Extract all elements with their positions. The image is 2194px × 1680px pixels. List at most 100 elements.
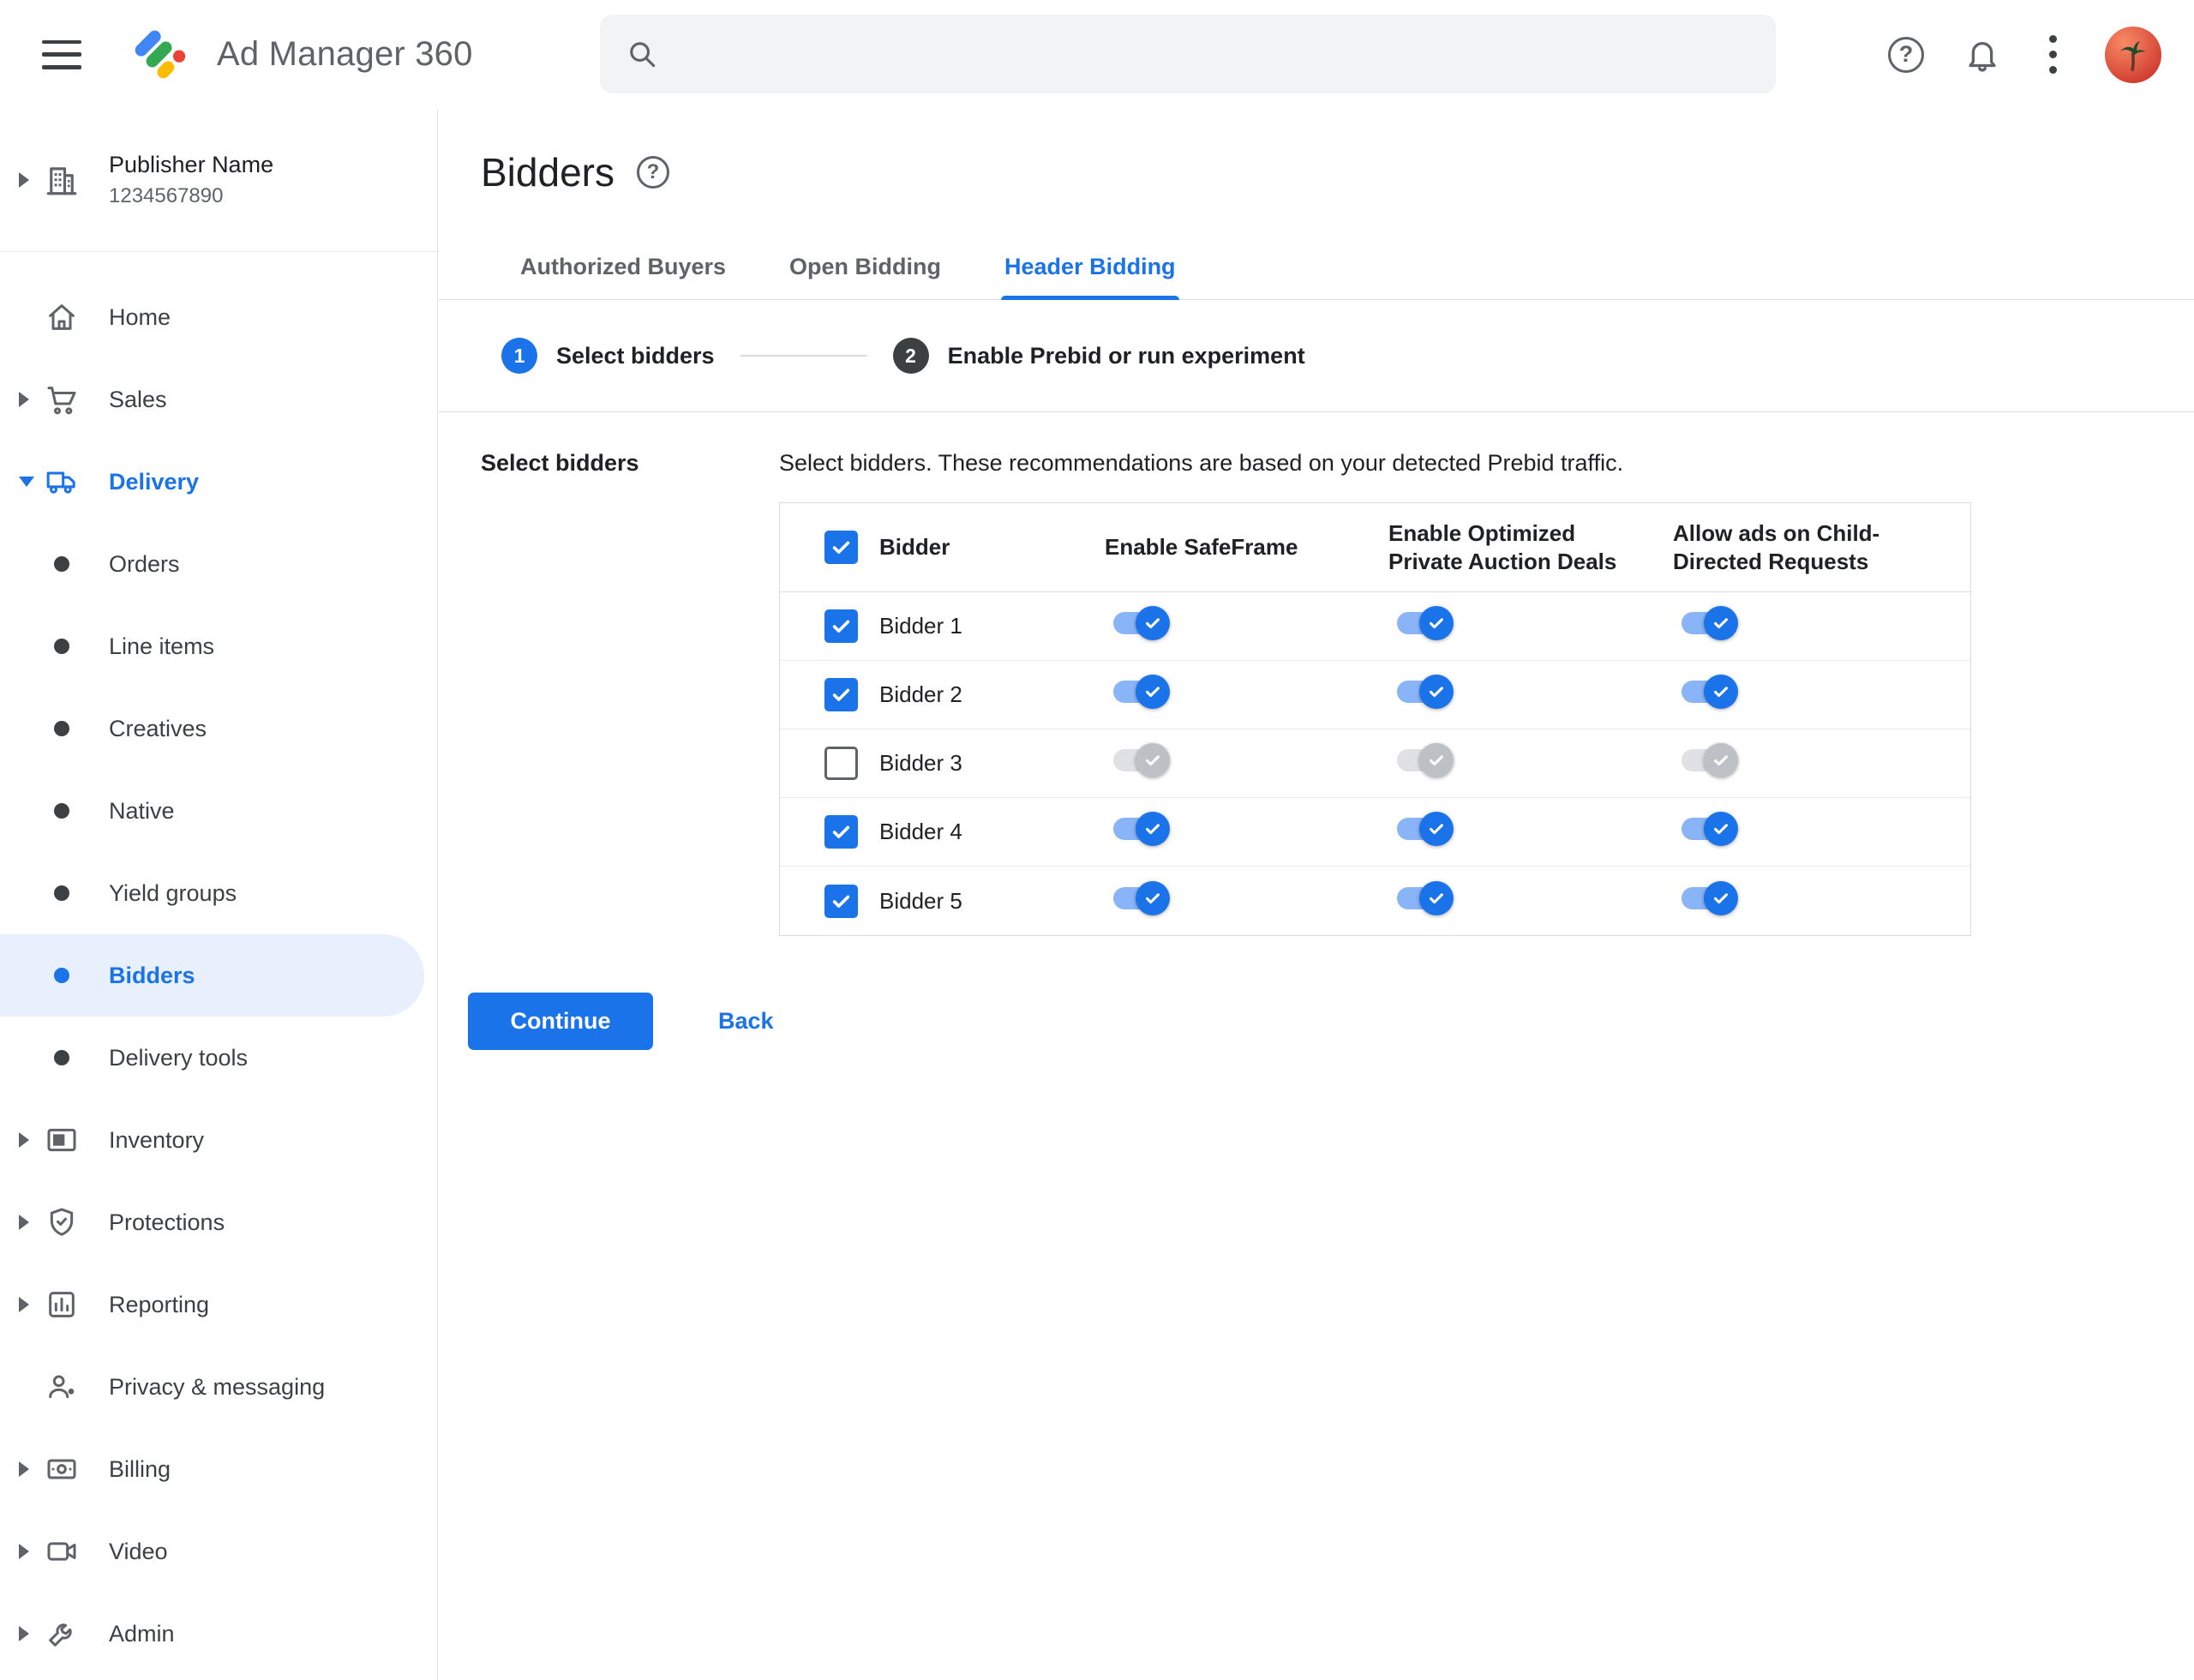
optimized-deals-toggle[interactable]: [1397, 675, 1454, 709]
optimized-deals-toggle[interactable]: [1397, 812, 1454, 846]
child-directed-toggle[interactable]: [1681, 880, 1738, 915]
safeframe-toggle[interactable]: [1113, 812, 1170, 846]
table-row: Bidder 5: [780, 867, 1970, 935]
row-select-checkbox[interactable]: [824, 747, 858, 780]
section-label: Select bidders: [481, 450, 639, 476]
search-icon: [630, 42, 656, 68]
safeframe-toggle[interactable]: [1113, 880, 1170, 915]
bullet-icon: [38, 639, 86, 654]
inventory-icon: [38, 1123, 86, 1157]
expand-arrow-icon: [0, 1626, 38, 1641]
back-button[interactable]: Back: [696, 996, 796, 1047]
report-icon: [38, 1287, 86, 1322]
bullet-icon: [38, 556, 86, 572]
sidebar-item-native[interactable]: Native: [0, 770, 438, 852]
table-row: Bidder 2: [780, 661, 1970, 729]
topbar-actions: ?: [1888, 0, 2161, 109]
sidebar-item-admin[interactable]: Admin: [0, 1593, 438, 1675]
admin-icon: [38, 1617, 86, 1651]
tab-bar: Authorized Buyers Open Bidding Header Bi…: [439, 235, 2194, 300]
sidebar-item-reporting[interactable]: Reporting: [0, 1263, 438, 1346]
publisher-switcher[interactable]: Publisher Name 1234567890: [0, 109, 437, 252]
table-row: Bidder 4: [780, 798, 1970, 867]
table-row: Bidder 1: [780, 592, 1970, 661]
bullet-icon: [38, 803, 86, 819]
bidder-name: Bidder 4: [879, 819, 962, 844]
help-icon[interactable]: ?: [1888, 36, 1924, 73]
section-description: Select bidders. These recommendations ar…: [779, 450, 1624, 476]
safeframe-toggle[interactable]: [1113, 606, 1170, 640]
sidebar-item-inventory[interactable]: Inventory: [0, 1099, 438, 1181]
search-bar[interactable]: [600, 15, 1776, 93]
row-select-checkbox[interactable]: [824, 884, 858, 918]
child-directed-toggle[interactable]: [1681, 743, 1738, 777]
row-select-checkbox[interactable]: [824, 815, 858, 849]
notifications-icon[interactable]: [1963, 36, 2001, 74]
table-header-row: Bidder Enable SafeFrame Enable Optimized…: [780, 503, 1970, 592]
tab-header-bidding[interactable]: Header Bidding: [1001, 235, 1179, 300]
bidder-name: Bidder 3: [879, 750, 962, 776]
safeframe-toggle[interactable]: [1113, 675, 1170, 709]
child-directed-toggle[interactable]: [1681, 675, 1738, 709]
person-icon: [38, 1370, 86, 1404]
row-select-checkbox[interactable]: [824, 678, 858, 711]
sidebar-item-billing[interactable]: Billing: [0, 1428, 438, 1510]
cart-icon: [38, 382, 86, 417]
bidder-name: Bidder 2: [879, 681, 962, 707]
sidebar-item-delivery[interactable]: Delivery: [0, 441, 438, 523]
ad-manager-app: Ad Manager 360 ? Publisher Name 12345678…: [0, 0, 2194, 1680]
optimized-deals-toggle[interactable]: [1397, 606, 1454, 640]
child-directed-toggle[interactable]: [1681, 812, 1738, 846]
child-directed-toggle[interactable]: [1681, 606, 1738, 640]
expand-arrow-icon: [0, 1132, 38, 1148]
bidders-table: Bidder Enable SafeFrame Enable Optimized…: [779, 502, 1971, 936]
column-header-child-directed: Allow ads on Child-Directed Requests: [1673, 519, 1880, 574]
tab-open-bidding[interactable]: Open Bidding: [786, 235, 944, 299]
safeframe-toggle[interactable]: [1113, 743, 1170, 777]
expand-arrow-icon: [0, 172, 38, 188]
sidebar-item-bidders[interactable]: Bidders: [0, 934, 424, 1017]
sidebar-item-home[interactable]: Home: [0, 276, 438, 358]
video-icon: [38, 1534, 86, 1569]
sidebar-item-creatives[interactable]: Creatives: [0, 687, 438, 770]
bullet-icon: [38, 721, 86, 736]
sidebar-item-protections[interactable]: Protections: [0, 1181, 438, 1263]
sidebar-item-yield-groups[interactable]: Yield groups: [0, 852, 438, 934]
row-select-checkbox[interactable]: [824, 609, 858, 643]
search-input[interactable]: [679, 15, 1776, 93]
sidebar-item-delivery-tools[interactable]: Delivery tools: [0, 1017, 438, 1099]
truck-icon: [38, 465, 86, 499]
expand-arrow-icon: [0, 1544, 38, 1559]
step-connector: [740, 355, 867, 357]
optimized-deals-toggle[interactable]: [1397, 743, 1454, 777]
menu-icon[interactable]: [42, 39, 81, 69]
tab-authorized-buyers[interactable]: Authorized Buyers: [517, 235, 729, 299]
more-options-icon[interactable]: [2041, 30, 2065, 79]
page-help-icon[interactable]: ?: [636, 156, 669, 189]
expand-arrow-icon: [0, 1297, 38, 1312]
publisher-name: Publisher Name: [109, 152, 274, 177]
sidebar-item-video[interactable]: Video: [0, 1510, 438, 1593]
sidebar-item-sales[interactable]: Sales: [0, 358, 438, 441]
sidebar-item-orders[interactable]: Orders: [0, 523, 438, 605]
sidebar-item-line-items[interactable]: Line items: [0, 605, 438, 687]
sidebar-item-privacy-messaging[interactable]: Privacy & messaging: [0, 1346, 438, 1428]
ad-manager-logo: [126, 22, 191, 87]
page-header: Bidders ?: [439, 109, 2194, 195]
billing-icon: [38, 1452, 86, 1486]
optimized-deals-toggle[interactable]: [1397, 880, 1454, 915]
select-all-checkbox[interactable]: [824, 531, 858, 564]
step-1-indicator: 1: [501, 338, 537, 374]
continue-button[interactable]: Continue: [468, 993, 653, 1050]
avatar[interactable]: [2105, 26, 2161, 83]
collapse-arrow-icon: [0, 477, 38, 487]
column-header-bidder: Bidder: [879, 534, 950, 560]
bullet-icon: [38, 885, 86, 901]
step-2-indicator: 2: [892, 338, 929, 374]
app-title: Ad Manager 360: [217, 35, 473, 73]
bidder-name: Bidder 5: [879, 887, 962, 914]
table-row: Bidder 3: [780, 729, 1970, 798]
shield-icon: [38, 1205, 86, 1239]
page-title: Bidders: [481, 150, 614, 195]
publisher-id: 1234567890: [109, 184, 224, 207]
